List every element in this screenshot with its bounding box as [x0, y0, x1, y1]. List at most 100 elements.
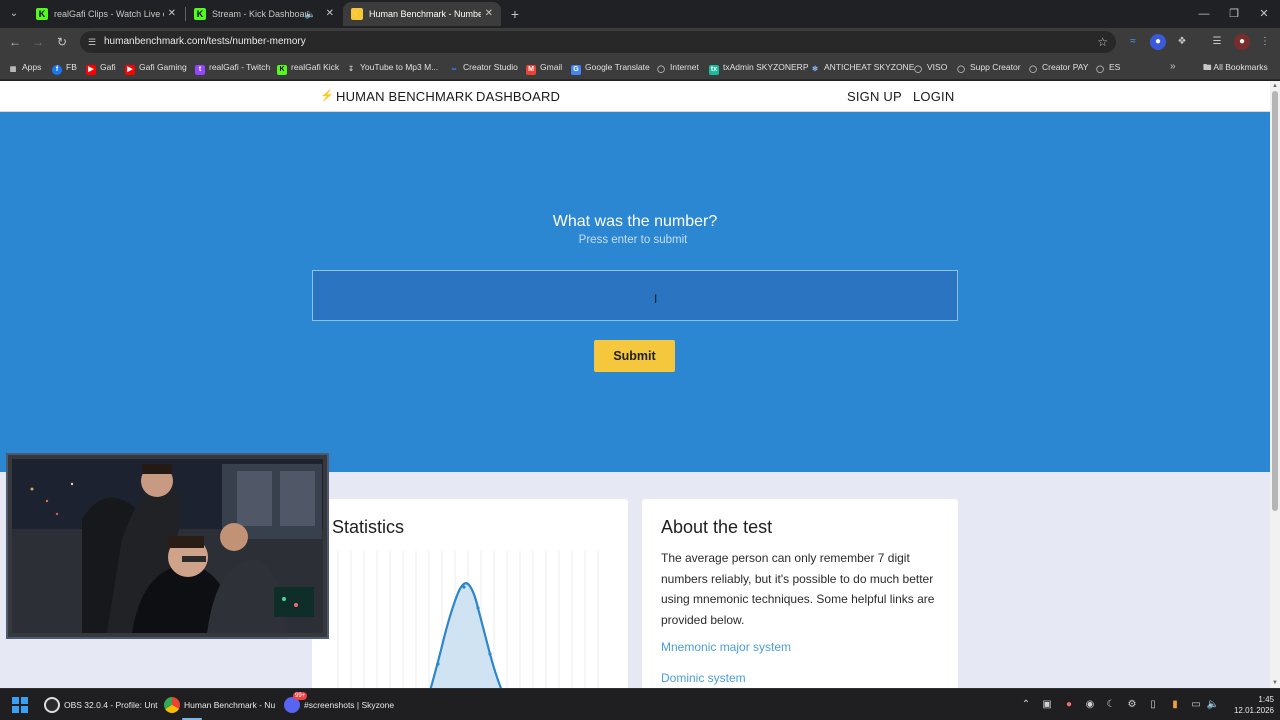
chrome-menu-icon[interactable]: ⋮: [1257, 34, 1273, 50]
show-hidden-icons-icon[interactable]: ⌃: [1019, 689, 1033, 720]
close-tab-icon[interactable]: ✕: [168, 2, 176, 26]
kick-icon: K: [194, 8, 206, 20]
obs-icon: [44, 697, 60, 713]
bookmark-creator-pay[interactable]: ◯ Creator PAY: [1028, 56, 1088, 80]
tab-kick-clips[interactable]: K realGafi Clips - Watch Live on K ✕: [28, 2, 184, 26]
scroll-down-icon[interactable]: ▼: [1270, 678, 1280, 688]
bookmark-twitch[interactable]: t realGafi - Twitch: [195, 56, 270, 80]
tray-moon-icon[interactable]: ☾: [1104, 689, 1118, 720]
bookmark-txadmin[interactable]: tx txAdmin SKYZONERP: [709, 56, 809, 80]
about-title: About the test: [661, 517, 773, 537]
question-title: What was the number?: [552, 213, 718, 230]
tab-kick-dashboard[interactable]: K Stream - Kick Dashboard 🔈 ✕: [186, 2, 342, 26]
distribution-point: [462, 585, 466, 589]
reload-icon[interactable]: ↻: [52, 32, 72, 52]
submit-button[interactable]: Submit: [594, 340, 675, 372]
system-clock[interactable]: 1:45 12.01.2026: [1224, 694, 1274, 716]
close-tab-icon[interactable]: ✕: [485, 2, 493, 26]
bookmark-gafi[interactable]: ▶ Gafi: [86, 56, 116, 80]
meta-icon: ∞: [451, 66, 457, 73]
profile-avatar[interactable]: ●: [1234, 34, 1250, 50]
tray-steam-icon[interactable]: ⚙: [1125, 689, 1139, 720]
youtube-icon: ▶: [86, 65, 96, 75]
tab-human-benchmark[interactable]: ⚡ Human Benchmark - Number M ✕: [343, 2, 501, 26]
site-info-icon[interactable]: ☰: [86, 36, 98, 48]
download-icon: ↧: [348, 66, 354, 73]
restore-icon[interactable]: ❐: [1218, 0, 1250, 28]
tray-app-icon[interactable]: ▣: [1040, 689, 1054, 720]
microphone-icon[interactable]: ▮: [1168, 689, 1182, 720]
extension-wave-icon[interactable]: ≈: [1125, 34, 1141, 50]
bookmark-viso[interactable]: ◯ VISO: [913, 56, 947, 80]
clock-time: 1:45: [1258, 695, 1274, 704]
forward-icon[interactable]: →: [28, 32, 48, 52]
bookmark-supp-creator[interactable]: ◯ Supp Creator: [956, 56, 1020, 80]
tab-title: Stream - Kick Dashboard: [212, 9, 306, 19]
distribution-chart: [337, 551, 599, 688]
page-scrollbar[interactable]: ▲ ▼: [1270, 81, 1280, 688]
bookmark-google-translate[interactable]: G Google Translate: [571, 56, 650, 80]
taskbar-obs[interactable]: OBS 32.0.4 - Profile: Unt: [44, 689, 158, 720]
distribution-point: [436, 662, 440, 666]
taskbar-app-label: Human Benchmark - Nu: [184, 700, 276, 710]
taskbar-discord[interactable]: 99+ #screenshots | Skyzone: [284, 689, 394, 720]
media-control-icon[interactable]: ☰: [1209, 34, 1225, 50]
address-bar[interactable]: ☰ humanbenchmark.com/tests/number-memory…: [80, 31, 1116, 53]
volume-icon[interactable]: 🔈: [1206, 689, 1220, 720]
scroll-up-icon[interactable]: ▲: [1270, 81, 1280, 91]
network-icon[interactable]: ▭: [1189, 689, 1203, 720]
bookmark-youtube-mp3[interactable]: ↧ YouTube to Mp3 M...: [346, 56, 438, 80]
bookmark-label: YouTube to Mp3 M...: [360, 62, 439, 72]
taskbar-chrome[interactable]: Human Benchmark - Nu: [164, 689, 276, 720]
browser-tab-strip: ⌄ K realGafi Clips - Watch Live on K ✕ K…: [0, 0, 1280, 28]
brand-link[interactable]: HUMAN BENCHMARK: [336, 81, 473, 112]
distribution-point: [488, 652, 492, 656]
speaker-icon[interactable]: 🔈: [305, 2, 316, 26]
globe-icon: ◯: [914, 66, 922, 73]
dashboard-link[interactable]: DASHBOARD: [476, 81, 560, 112]
tray-usb-icon[interactable]: ▯: [1146, 689, 1160, 720]
tray-record-icon[interactable]: ●: [1062, 689, 1076, 720]
bookmark-apps[interactable]: ▦ Apps: [8, 56, 42, 80]
bookmark-anticheat[interactable]: ✻ ANTICHEAT SKYZONE: [810, 56, 914, 80]
all-bookmarks[interactable]: 🖿 All Bookmarks: [1203, 56, 1268, 78]
statistics-title: Statistics: [332, 517, 405, 537]
bookmark-kick[interactable]: KrealGafi Kick: [277, 56, 339, 80]
bookmark-creator-studio[interactable]: ∞ Creator Studio: [449, 56, 518, 80]
about-card: About the test The average person can on…: [642, 499, 958, 688]
windows-taskbar: OBS 32.0.4 - Profile: Unt Human Benchmar…: [0, 688, 1280, 720]
bookmark-label: ANTICHEAT SKYZONE: [824, 62, 915, 72]
more-bookmarks-chevron-icon[interactable]: »: [1170, 56, 1176, 78]
tray-discord-icon[interactable]: ◉: [1083, 689, 1097, 720]
answer-input[interactable]: [312, 270, 958, 321]
translate-icon: G: [571, 65, 581, 75]
submit-hint: Press enter to submit: [578, 234, 688, 246]
signup-link[interactable]: SIGN UP: [847, 81, 902, 112]
minimize-icon[interactable]: —: [1188, 0, 1220, 28]
extension-vpn-icon[interactable]: ●: [1150, 34, 1166, 50]
close-window-icon[interactable]: ✕: [1248, 0, 1280, 28]
scrollbar-thumb[interactable]: [1272, 91, 1278, 511]
bookmark-internet[interactable]: ◯ Internet: [656, 56, 699, 80]
bookmark-gafi-gaming[interactable]: ▶ Gafi Gaming: [125, 56, 187, 80]
login-link[interactable]: LOGIN: [913, 81, 954, 112]
all-bookmarks-label: All Bookmarks: [1213, 62, 1268, 72]
mnemonic-major-system-link[interactable]: Mnemonic major system: [661, 640, 791, 654]
back-icon[interactable]: ←: [5, 32, 25, 52]
bookmark-es[interactable]: ◯ ES: [1095, 56, 1120, 80]
tab-title: realGafi Clips - Watch Live on K: [54, 9, 164, 19]
windows-start-icon[interactable]: [12, 697, 28, 713]
bookmark-label: realGafi Kick: [291, 62, 340, 72]
bookmark-label: Gmail: [540, 62, 563, 72]
new-tab-icon[interactable]: +: [505, 4, 525, 24]
bookmark-gmail[interactable]: M Gmail: [526, 56, 562, 80]
extensions-puzzle-icon[interactable]: ❖: [1174, 34, 1190, 50]
dominic-system-link[interactable]: Dominic system: [661, 671, 746, 685]
facebook-icon: f: [52, 65, 62, 75]
bookmark-label: ES: [1109, 62, 1121, 72]
bookmarks-bar: ▦ Apps f FB ▶ Gafi ▶ Gafi Gaming t realGafi -…: [0, 56, 1280, 80]
close-tab-icon[interactable]: ✕: [326, 2, 334, 26]
bookmark-fb[interactable]: f FB: [52, 56, 77, 80]
tab-search-chevron-icon[interactable]: ⌄: [5, 5, 23, 23]
bookmark-star-icon[interactable]: ☆: [1097, 31, 1108, 53]
